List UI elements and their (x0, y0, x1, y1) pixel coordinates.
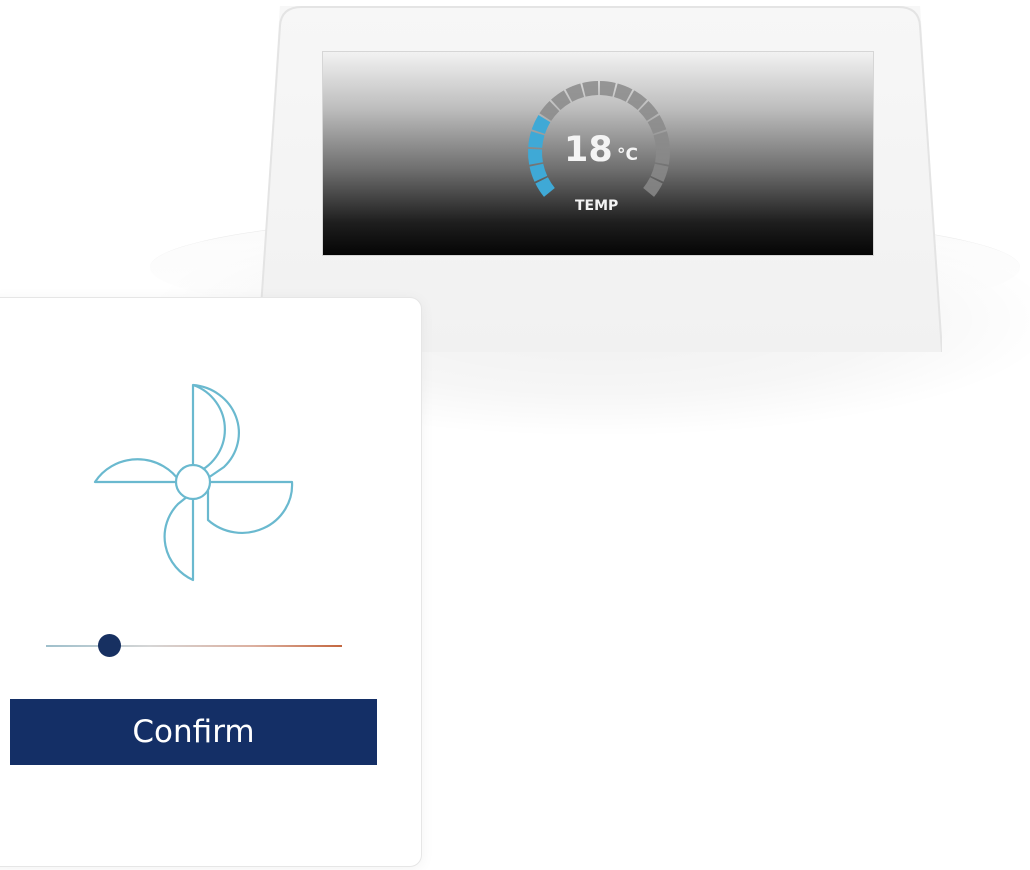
gauge-segment (627, 90, 648, 111)
temperature-value: 18 (564, 130, 613, 170)
fan-speed-slider[interactable] (46, 630, 344, 662)
gauge-segment-active (531, 114, 551, 135)
gauge-segment (647, 114, 667, 135)
gauge-segment (613, 83, 633, 102)
gauge-segment (655, 148, 670, 165)
slider-track[interactable] (46, 645, 342, 647)
temperature-unit: °C (617, 145, 638, 165)
temperature-label: TEMP (575, 198, 619, 214)
gauge-segment (550, 90, 571, 111)
slider-thumb[interactable] (97, 634, 121, 657)
gauge-segment (599, 81, 616, 97)
gauge-segment (565, 83, 585, 102)
fan-icon (93, 383, 294, 582)
gauge-segment (539, 101, 560, 122)
gauge-segment (638, 101, 659, 122)
gauge-segment-active (528, 148, 543, 165)
thermostat-screen: 18 °C TEMP (322, 51, 874, 256)
gauge-segment (582, 81, 599, 97)
gauge-segment (643, 177, 663, 197)
gauge-segment (653, 131, 670, 149)
confirm-button[interactable]: Confirm (10, 699, 377, 765)
gauge-segment-active (529, 163, 548, 182)
gauge-segment (650, 163, 669, 182)
gauge-segment-active (528, 131, 545, 149)
gauge-segment-active (535, 177, 555, 197)
